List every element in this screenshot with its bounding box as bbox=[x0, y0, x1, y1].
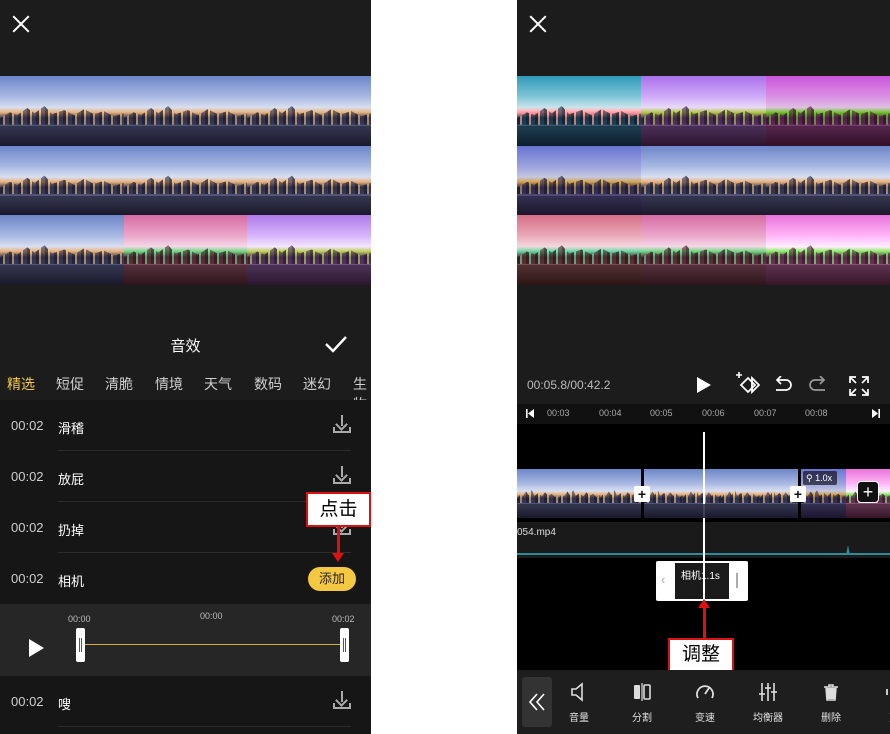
annotation-arrow bbox=[703, 607, 706, 639]
item-duration: 00:02 bbox=[11, 520, 44, 535]
speed-icon bbox=[696, 685, 714, 699]
ruler-tick: 00:05 bbox=[650, 408, 673, 418]
tab-short[interactable]: 短促 bbox=[56, 374, 84, 394]
annotation-adjust: 调整 bbox=[668, 638, 734, 672]
double-chevron-left-icon bbox=[529, 693, 545, 711]
confirm-check-icon[interactable] bbox=[324, 334, 348, 354]
add-transition-icon[interactable]: + bbox=[634, 486, 650, 502]
list-item[interactable]: 00:02 嗖 bbox=[0, 676, 371, 727]
item-name: 滑稽 bbox=[58, 421, 85, 436]
trim-right-handle[interactable] bbox=[736, 573, 738, 588]
list-item-selected[interactable]: 00:02 相机 添加 bbox=[0, 553, 371, 604]
trim-track bbox=[81, 644, 345, 645]
tool-label: 分割 bbox=[632, 713, 652, 724]
close-icon[interactable] bbox=[527, 13, 549, 35]
tool-label: 删除 bbox=[821, 713, 841, 724]
add-button[interactable]: 添加 bbox=[308, 567, 356, 591]
download-icon[interactable] bbox=[333, 691, 351, 709]
tab-featured[interactable]: 精选 bbox=[7, 374, 35, 394]
jump-end-icon[interactable] bbox=[872, 409, 880, 418]
tool-label: 音量 bbox=[569, 713, 589, 724]
undo-icon[interactable] bbox=[773, 376, 793, 394]
time-display: 00:05.8/00:42.2 bbox=[527, 378, 611, 392]
tab-digital[interactable]: 数码 bbox=[254, 374, 282, 394]
video-clip[interactable] bbox=[517, 469, 641, 518]
tool-label: 变速 bbox=[695, 713, 715, 724]
tab-crisp[interactable]: 清脆 bbox=[105, 374, 133, 394]
ruler-tick: 00:07 bbox=[754, 408, 777, 418]
redo-icon[interactable] bbox=[808, 376, 828, 394]
speed-badge: ⚲ 1.0x bbox=[803, 471, 837, 485]
video-preview bbox=[517, 76, 890, 285]
collapse-toolbar-button[interactable] bbox=[522, 677, 552, 727]
video-preview bbox=[0, 76, 371, 285]
item-name: 嗖 bbox=[58, 697, 72, 712]
item-name: 放屁 bbox=[58, 472, 85, 487]
item-duration: 00:02 bbox=[11, 418, 44, 433]
video-clip[interactable] bbox=[644, 469, 798, 518]
sound-effect-clip[interactable]: ‹ 相机1.1s bbox=[656, 561, 748, 601]
sound-clip-label: 相机1.1s bbox=[681, 571, 720, 582]
play-icon[interactable] bbox=[27, 638, 45, 658]
item-name: 扔掉 bbox=[58, 523, 85, 538]
voice-change-icon bbox=[886, 689, 888, 695]
trim-handle-start[interactable] bbox=[76, 628, 85, 662]
audio-peak bbox=[846, 545, 850, 555]
trim-handle-end[interactable] bbox=[340, 628, 349, 662]
bottom-toolbar bbox=[517, 670, 890, 734]
download-icon[interactable] bbox=[333, 415, 351, 433]
trim-start-time: 00:00 bbox=[68, 614, 91, 624]
delete-icon bbox=[824, 684, 838, 701]
add-transition-icon[interactable]: + bbox=[790, 486, 806, 502]
close-icon[interactable] bbox=[10, 13, 32, 35]
list-item[interactable]: 00:02 滑稽 bbox=[0, 400, 371, 451]
ruler-tick: 00:04 bbox=[599, 408, 622, 418]
play-icon[interactable] bbox=[696, 376, 712, 394]
jump-start-icon[interactable] bbox=[526, 409, 534, 418]
add-clip-button[interactable]: + bbox=[857, 481, 879, 503]
tool-label: 变 bbox=[869, 709, 890, 724]
trim-current-time: 00:00 bbox=[200, 611, 223, 621]
tab-scene[interactable]: 情境 bbox=[155, 374, 183, 394]
item-name: 相机 bbox=[58, 574, 85, 589]
audio-filename: 054.mp4 bbox=[517, 527, 556, 538]
rocket-icon: ⚲ bbox=[806, 473, 813, 483]
sound-effects-panel: 音效 精选 短促 清脆 情境 天气 数码 迷幻 生物 00:02 滑稽 00:0… bbox=[0, 0, 371, 734]
keyframe-icon[interactable] bbox=[734, 372, 760, 396]
volume-icon bbox=[571, 682, 583, 702]
tab-psychedelic[interactable]: 迷幻 bbox=[303, 374, 331, 394]
video-editor-panel: 00:05.8/00:42.2 00:03 00:04 00:05 00:06 … bbox=[517, 0, 890, 734]
ruler-tick: 00:03 bbox=[547, 408, 570, 418]
annotation-arrow-head bbox=[698, 599, 710, 608]
download-icon[interactable] bbox=[333, 466, 351, 484]
item-duration: 00:02 bbox=[11, 469, 44, 484]
equalizer-icon bbox=[759, 683, 777, 701]
annotation-arrow-head bbox=[332, 553, 344, 562]
split-icon bbox=[634, 683, 651, 701]
trim-left-handle-icon[interactable]: ‹ bbox=[661, 572, 665, 587]
speed-value: 1.0x bbox=[815, 473, 833, 483]
trim-end-time: 00:02 bbox=[332, 614, 355, 624]
annotation-click: 点击 bbox=[306, 492, 371, 527]
fullscreen-icon[interactable] bbox=[849, 376, 869, 396]
annotation-arrow bbox=[337, 527, 340, 553]
item-duration: 00:02 bbox=[11, 694, 44, 709]
tab-weather[interactable]: 天气 bbox=[204, 374, 232, 394]
panel-title: 音效 bbox=[170, 338, 201, 355]
ruler-tick: 00:06 bbox=[702, 408, 725, 418]
trim-bar: 00:00 00:00 00:02 bbox=[0, 604, 371, 676]
item-duration: 00:02 bbox=[11, 571, 44, 586]
tool-label: 均衡器 bbox=[753, 713, 783, 724]
ruler-tick: 00:08 bbox=[805, 408, 828, 418]
